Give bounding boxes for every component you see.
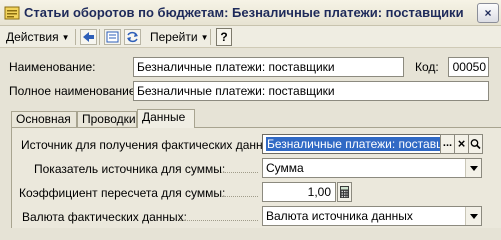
source-value: Безналичные платежи: поставщи [266, 137, 440, 151]
clear-button[interactable]: × [454, 134, 469, 154]
actions-menu-label: Действия [6, 30, 59, 44]
code-label: Код: [415, 60, 439, 74]
currency-label: Валюта фактических данных: [22, 210, 188, 224]
select-button[interactable]: ... [440, 134, 455, 154]
source-field[interactable]: Безналичные платежи: поставщи [262, 134, 441, 154]
toolbar: Действия ▼ Перейти ▼ ? [0, 26, 501, 48]
goto-menu[interactable]: Перейти ▼ [150, 28, 208, 46]
currency-select[interactable]: Валюта источника данных [262, 206, 482, 226]
tab-postings[interactable]: Проводки [77, 111, 137, 127]
refresh-icon[interactable] [124, 29, 141, 45]
name-field[interactable]: Безналичные платежи: поставщики [133, 57, 404, 77]
coef-label: Коэффициент пересчета для суммы: [19, 186, 226, 200]
window-title: Статьи оборотов по бюджетам: Безналичные… [24, 5, 464, 20]
title-bar: Статьи оборотов по бюджетам: Безналичные… [0, 0, 501, 26]
code-field[interactable]: 00050 [448, 57, 489, 77]
source-label: Источник для получения фактических данны… [21, 138, 281, 152]
goto-menu-label: Перейти [150, 30, 198, 44]
name-label: Наименование: [9, 60, 96, 74]
toolbar-separator [210, 29, 211, 45]
actions-menu[interactable]: Действия ▼ [6, 28, 70, 46]
chevron-down-icon[interactable] [465, 159, 481, 177]
indicator-value: Сумма [266, 161, 304, 175]
tab-data[interactable]: Данные [137, 109, 195, 128]
structure-icon[interactable] [104, 29, 121, 45]
calculator-icon[interactable] [337, 182, 352, 202]
chevron-down-icon: ▼ [61, 33, 70, 42]
tab-main[interactable]: Основная [11, 111, 77, 127]
coef-field[interactable]: 1,00 [262, 182, 336, 202]
label-leader [221, 172, 258, 173]
close-button[interactable]: × [477, 3, 499, 23]
catalog-icon [4, 6, 20, 20]
label-leader [222, 196, 258, 197]
label-leader [180, 220, 258, 221]
indicator-select[interactable]: Сумма [262, 158, 482, 178]
full-name-label: Полное наименование: [9, 84, 139, 98]
arrow-left-icon[interactable] [80, 29, 97, 45]
currency-value: Валюта источника данных [266, 209, 413, 223]
toolbar-separator [75, 29, 76, 45]
full-name-field[interactable]: Безналичные платежи: поставщики [133, 81, 489, 101]
chevron-down-icon: ▼ [200, 33, 209, 42]
toolbar-separator [99, 29, 100, 45]
open-icon[interactable] [468, 134, 483, 154]
indicator-label: Показатель источника для суммы: [34, 162, 226, 176]
chevron-down-icon[interactable] [465, 207, 481, 225]
help-button[interactable]: ? [216, 28, 232, 46]
